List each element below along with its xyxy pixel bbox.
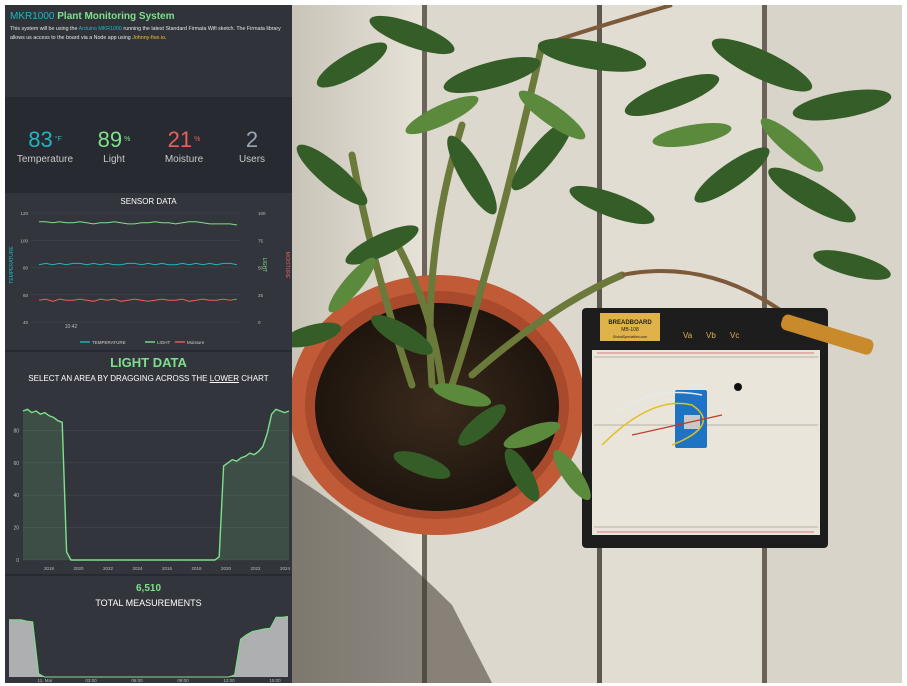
navigator-x-tick: 12:00 — [223, 678, 235, 683]
legend-temperature[interactable]: TEMPERATURE — [92, 340, 126, 345]
terminal-va: Va — [683, 331, 693, 340]
stats-row: 83 °F Temperature 89% Light 21% Moisture … — [5, 97, 292, 192]
sensor-x-tick: 10:42 — [65, 324, 78, 330]
sensor-y-right-tick: 75 — [258, 238, 264, 243]
light-y-tick: 20 — [13, 526, 19, 532]
plant-photo-illustration: BREADBOARD MB-108 GlobalSpecialties.com … — [292, 5, 902, 683]
sensor-y-right-tick: 50 — [258, 266, 264, 271]
users-value: 2 — [245, 127, 259, 152]
sensor-series-temperature — [38, 262, 238, 266]
title-prefix: MKR1000 — [10, 11, 55, 22]
terminal-vc: Vc — [730, 331, 739, 340]
light-x-tick: 2018 — [191, 566, 202, 571]
sensor-y-right-tick: 0 — [258, 320, 261, 325]
sensor-y-right-label-moisture: MOISTURE — [284, 252, 290, 279]
light-x-tick: 2020 — [73, 566, 84, 571]
description: This system will be using the Arduino MK… — [10, 25, 290, 42]
light-chart[interactable]: 80 60 40 20 0 2018 2020 2022 2024 2016 2018 2020 202… — [5, 352, 292, 574]
dashboard-panel: MKR1000 Plant Monitoring System This sys… — [5, 5, 292, 683]
light-value: 89 — [97, 127, 123, 152]
light-y-tick: 40 — [13, 493, 19, 499]
sensor-y-right-tick: 100 — [258, 211, 266, 216]
temperature-label: Temperature — [16, 154, 74, 165]
sensor-chart[interactable]: TEMPERATURE LIGHT MOISTURE 10:42 TEMPERA… — [5, 193, 292, 350]
navigator-chart[interactable]: 11. Mar 03:00 06:00 09:00 12:00 15:00 — [5, 576, 292, 683]
sensor-y-left-tick: 60 — [23, 293, 29, 298]
sensor-y-left-tick: 120 — [20, 211, 28, 216]
sensor-series-moisture — [38, 298, 238, 302]
light-x-tick: 2020 — [221, 566, 232, 571]
total-measurements-panel: 6,510 TOTAL MEASUREMENTS 11. Mar 03:00 06:… — [5, 576, 292, 683]
light-x-tick: 2024 — [132, 566, 143, 571]
page-title: MKR1000 Plant Monitoring System — [10, 11, 174, 22]
navigator-x-tick: 11. Mar — [38, 678, 53, 683]
arduino-link[interactable]: Arduino MKR1000 — [79, 26, 122, 32]
stat-light: 89% Light — [78, 127, 150, 165]
light-y-tick: 60 — [13, 461, 19, 467]
sensor-y-right-tick: 25 — [258, 293, 264, 298]
light-y-tick: 80 — [13, 428, 19, 434]
sensor-legend: TEMPERATURE LIGHT Moisture — [80, 340, 205, 345]
light-x-tick: 2018 — [44, 566, 55, 571]
breadboard-site: GlobalSpecialties.com — [613, 335, 648, 339]
terminal-vb: Vb — [706, 331, 716, 340]
temperature-unit: °F — [54, 136, 62, 143]
moisture-label: Moisture — [164, 154, 204, 165]
navigator-area — [9, 616, 288, 677]
breadboard-model: MB-108 — [621, 327, 639, 333]
users-label: Users — [238, 154, 266, 165]
light-data-panel: LIGHT DATA SELECT AN AREA BY DRAGGING AC… — [5, 352, 292, 574]
legend-light[interactable]: LIGHT — [157, 340, 171, 345]
sensor-data-panel: SENSOR DATA TEMPERATURE LIGHT MOISTURE 1… — [5, 193, 292, 350]
sensor-y-left-tick: 40 — [23, 320, 29, 325]
dashboard-header: MKR1000 Plant Monitoring System This sys… — [5, 5, 292, 97]
navigator-x-tick: 06:00 — [131, 678, 143, 683]
light-unit: % — [124, 136, 131, 143]
moisture-unit: % — [194, 136, 201, 143]
light-x-tick: 2016 — [162, 566, 173, 571]
sensor-y-left-tick: 80 — [23, 266, 29, 271]
navigator-x-tick: 03:00 — [85, 678, 97, 683]
navigator-x-tick: 15:00 — [269, 678, 281, 683]
sensor-y-left-label: TEMPERATURE — [9, 246, 15, 284]
stat-users: 2 Users — [216, 127, 288, 165]
stat-temperature: 83 °F Temperature — [9, 127, 81, 165]
sensor-series-light — [39, 221, 238, 226]
moisture-value: 21 — [167, 127, 193, 152]
sensor-y-left-tick: 100 — [20, 238, 28, 243]
light-x-tick: 2022 — [250, 566, 261, 571]
breadboard-label: BREADBOARD — [608, 320, 652, 326]
capacitor — [734, 383, 742, 391]
light-x-tick: 2022 — [103, 566, 114, 571]
navigator-x-tick: 09:00 — [177, 678, 189, 683]
breadboard: BREADBOARD MB-108 GlobalSpecialties.com … — [582, 308, 828, 548]
light-y-tick: 0 — [16, 558, 19, 564]
legend-moisture[interactable]: Moisture — [187, 340, 205, 345]
description-text-3: . — [164, 34, 167, 41]
description-text-1: This system will be using the — [10, 26, 79, 32]
title-text: Plant Monitoring System — [57, 11, 175, 22]
plant-photo: BREADBOARD MB-108 GlobalSpecialties.com … — [292, 5, 902, 683]
temperature-value: 83 — [28, 127, 53, 152]
light-x-tick: 2024 — [280, 566, 291, 571]
johnny-five-link[interactable]: Johnny-five.io — [132, 35, 165, 41]
stat-moisture: 21% Moisture — [148, 127, 220, 165]
light-label: Light — [103, 154, 125, 165]
